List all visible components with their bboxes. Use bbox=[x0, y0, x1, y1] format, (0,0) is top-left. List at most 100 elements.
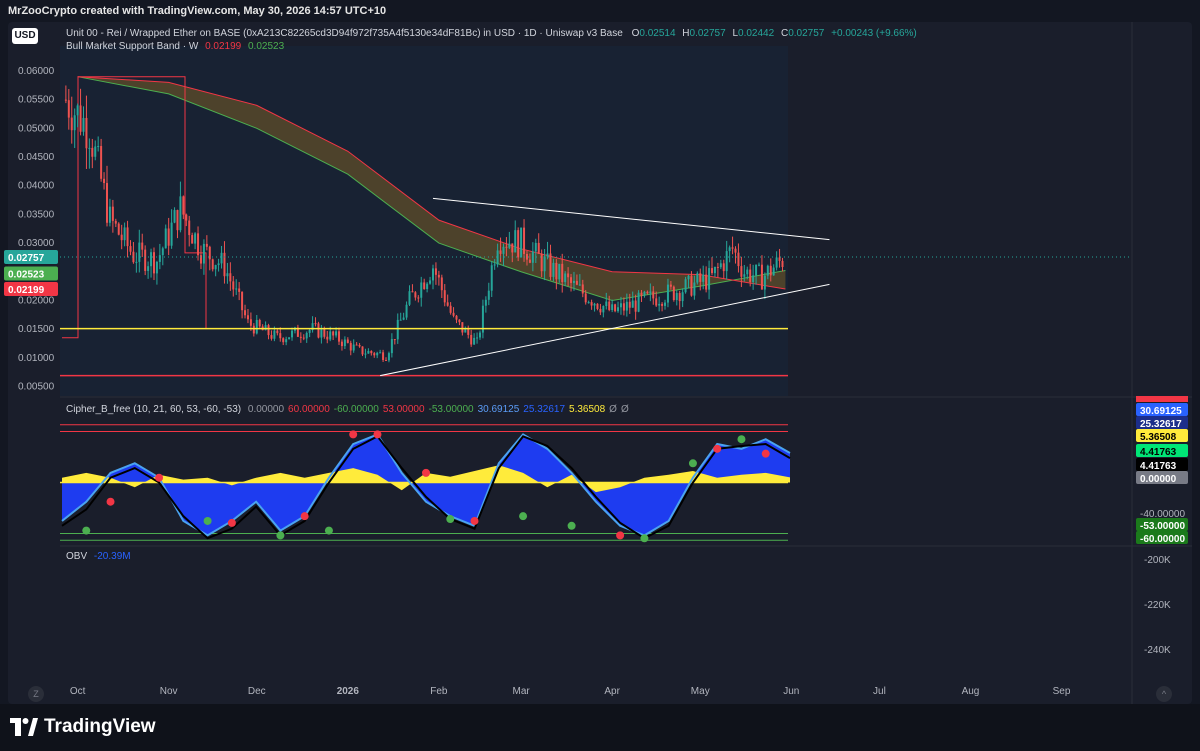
candle-body bbox=[226, 273, 229, 277]
price-tick: 0.03000 bbox=[18, 238, 55, 249]
candle-body bbox=[478, 332, 481, 338]
candle-body bbox=[252, 325, 255, 334]
candle-body bbox=[517, 230, 520, 258]
cipher-legend-value: 25.32617 bbox=[523, 404, 566, 415]
candle-body bbox=[655, 298, 658, 306]
candle-body bbox=[614, 304, 617, 312]
candle-body bbox=[599, 308, 602, 313]
candle-body bbox=[302, 337, 305, 339]
cipher-legend-value: Ø bbox=[620, 404, 629, 415]
candle-body bbox=[699, 273, 702, 282]
candle-body bbox=[152, 252, 155, 274]
change-value: +0.00243 (+9.66%) bbox=[831, 28, 917, 39]
tradingview-logo[interactable]: TradingView bbox=[10, 716, 156, 738]
time-tick: 2026 bbox=[337, 686, 360, 697]
currency-button[interactable]: USD bbox=[12, 28, 38, 44]
candle-body bbox=[575, 280, 578, 285]
candle-body bbox=[652, 291, 655, 299]
candle-body bbox=[525, 253, 528, 260]
price-tick: 0.04000 bbox=[18, 181, 55, 192]
candle-body bbox=[505, 246, 508, 248]
candle-body bbox=[440, 277, 443, 291]
obv-name[interactable]: OBV bbox=[66, 551, 87, 562]
candle-body bbox=[320, 329, 323, 338]
candle-body bbox=[246, 315, 249, 320]
candle-body bbox=[176, 210, 179, 231]
candle-body bbox=[511, 243, 514, 253]
candle-body bbox=[373, 353, 376, 356]
candle-body bbox=[778, 257, 781, 261]
candle-body bbox=[429, 280, 432, 284]
candle-body bbox=[728, 247, 731, 252]
candle-body bbox=[772, 267, 775, 276]
candle-body bbox=[611, 304, 614, 310]
price-tick: 0.01500 bbox=[18, 324, 55, 335]
candle-body bbox=[123, 227, 126, 241]
band-name[interactable]: Bull Market Support Band · W bbox=[66, 41, 198, 52]
candle-body bbox=[470, 334, 473, 345]
candle-body bbox=[161, 248, 164, 256]
candle-body bbox=[338, 331, 341, 342]
time-tick: Jun bbox=[783, 686, 799, 697]
candle-body bbox=[155, 261, 158, 274]
candle-body bbox=[179, 196, 182, 231]
candle-body bbox=[564, 273, 567, 283]
candle-body bbox=[138, 242, 141, 262]
candle-body bbox=[317, 323, 320, 338]
candle-body bbox=[167, 228, 170, 246]
candle-body bbox=[329, 331, 332, 340]
time-tick: Sep bbox=[1053, 686, 1071, 697]
candle-body bbox=[105, 183, 108, 223]
cipher-dot-red bbox=[106, 497, 115, 506]
candle-body bbox=[343, 339, 346, 347]
candle-body bbox=[279, 333, 282, 339]
obv-value: -20.39M bbox=[93, 551, 131, 562]
candle-body bbox=[79, 105, 82, 132]
cipher-name[interactable]: Cipher_B_free (10, 21, 60, 53, -60, -53) bbox=[66, 404, 241, 415]
candle-body bbox=[431, 268, 434, 281]
candle-body bbox=[705, 274, 708, 290]
candle-body bbox=[223, 252, 226, 277]
candle-body bbox=[602, 305, 605, 313]
candle-body bbox=[387, 353, 390, 361]
zoom-button[interactable]: Z bbox=[28, 686, 44, 702]
candle-body bbox=[235, 288, 238, 290]
brand-name: TradingView bbox=[44, 716, 156, 737]
candle-body bbox=[493, 264, 496, 266]
candle-body bbox=[523, 227, 526, 254]
candle-body bbox=[126, 227, 129, 247]
candle-body bbox=[675, 293, 678, 301]
candle-body bbox=[649, 291, 652, 294]
candle-body bbox=[420, 282, 423, 298]
open-value: 0.02514 bbox=[639, 28, 676, 39]
candle-body bbox=[94, 146, 97, 157]
cipher-dot-green bbox=[276, 531, 285, 540]
candle-body bbox=[434, 268, 437, 275]
scroll-up-button[interactable]: ^ bbox=[1156, 686, 1172, 702]
cipher-dot-green bbox=[688, 459, 697, 468]
candle-body bbox=[314, 323, 317, 325]
candle-body bbox=[443, 290, 446, 303]
chart-canvas[interactable]: 0.06000 0.05500 0.05000 0.04500 0.04000 0.035… bbox=[0, 0, 1200, 751]
candle-body bbox=[752, 275, 755, 283]
candle-body bbox=[103, 178, 106, 184]
candle-body bbox=[185, 214, 188, 221]
cipher-legend-value: -53.00000 bbox=[428, 404, 474, 415]
cipher-legend-value: 30.69125 bbox=[477, 404, 520, 415]
candle-body bbox=[637, 292, 640, 312]
candle-body bbox=[570, 277, 573, 283]
candle-body bbox=[555, 262, 558, 280]
candle-body bbox=[725, 251, 728, 272]
cipher-dot-red bbox=[761, 449, 770, 458]
candle-body bbox=[238, 288, 241, 292]
candle-body bbox=[590, 302, 593, 306]
candle-body bbox=[634, 300, 637, 312]
time-tick: Aug bbox=[962, 686, 980, 697]
symbol-name[interactable]: Unit 00 - Rei / Wrapped Ether on BASE (0… bbox=[66, 28, 623, 39]
candle-body bbox=[117, 223, 120, 235]
cipher-axis-label: 30.69125 bbox=[1140, 406, 1182, 417]
candle-body bbox=[135, 261, 138, 263]
price-tick: 0.01000 bbox=[18, 353, 55, 364]
candle-body bbox=[150, 252, 153, 267]
time-tick: Apr bbox=[604, 686, 620, 697]
